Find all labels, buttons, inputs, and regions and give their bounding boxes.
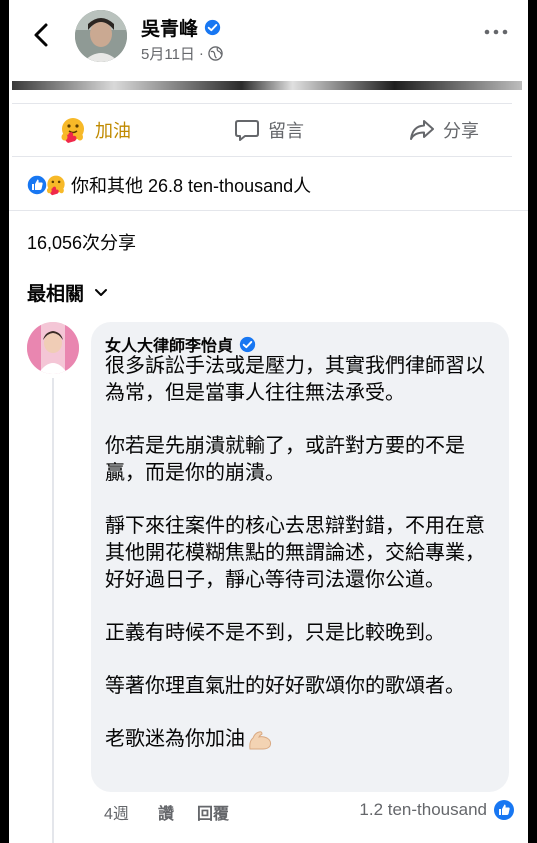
commenter-avatar[interactable] <box>27 322 79 374</box>
sort-label: 最相關 <box>27 284 85 305</box>
reply-link[interactable]: 回覆 <box>197 800 229 824</box>
author-avatar[interactable] <box>75 10 127 62</box>
divider <box>12 156 512 157</box>
globe-icon <box>208 46 223 61</box>
verified-badge-icon <box>239 336 256 352</box>
comment-paragraph: 你若是先崩潰就輸了，或許對方要的不是贏，而是你的崩潰。 <box>105 435 465 484</box>
reactions-count-text: 你和其他 26.8 ten-thousand人 <box>71 176 312 196</box>
comment-like-count[interactable]: 1.2 ten-thousand <box>359 799 515 821</box>
comment-sort-dropdown[interactable]: 最相關 <box>27 279 108 306</box>
flexed-biceps-emoji <box>249 730 272 749</box>
comment-paragraph: 等著你理直氣壯的好好歌頌你的歌頌者。 <box>105 675 465 697</box>
comment-paragraph: 很多訴訟手法或是壓力，其實我們律師習以為常，但是當事人往往無法承受。 <box>105 355 485 404</box>
share-count[interactable]: 16,056次分享 <box>27 229 136 255</box>
comment-time[interactable]: 4週 <box>104 800 129 824</box>
share-icon <box>410 120 434 140</box>
comment-text: 很多訴訟手法或是壓力，其實我們律師習以為常，但是當事人往往無法承受。 你若是先崩… <box>105 353 501 753</box>
author-name[interactable]: 吳青峰 <box>141 14 221 41</box>
care-button[interactable]: 加油 <box>59 104 131 156</box>
thread-line <box>52 378 54 843</box>
share-label: 分享 <box>443 121 479 141</box>
like-reaction-icon <box>494 800 514 820</box>
like-link[interactable]: 讚 <box>158 800 174 824</box>
author-name-text[interactable]: 吳青峰 <box>141 14 198 41</box>
care-reaction-icon <box>46 175 65 196</box>
action-bar: 加油 留言 分享 <box>9 104 528 156</box>
care-reaction-icon <box>61 118 84 143</box>
screen: 吳青峰 5月11日 · 加油 留言 分享 你和其他 26.8 ten-thous… <box>9 0 528 843</box>
post-meta: 5月11日 · <box>141 43 223 64</box>
comment-paragraph: 正義有時候不是不到，只是比較晚到。 <box>105 622 445 644</box>
divider <box>9 210 528 211</box>
reaction-icons <box>26 174 67 196</box>
reactions-summary[interactable]: 你和其他 26.8 ten-thousand人 <box>26 172 311 198</box>
post-date[interactable]: 5月11日 <box>141 43 195 64</box>
like-count-text: 1.2 ten-thousand <box>359 800 487 819</box>
comment-last-line: 老歌迷為你加油 <box>105 726 501 753</box>
more-icon[interactable] <box>484 26 508 38</box>
post-header: 吳青峰 5月11日 · <box>9 0 528 76</box>
verified-badge-icon <box>204 19 221 36</box>
meta-separator: · <box>198 45 204 62</box>
share-button[interactable]: 分享 <box>409 104 479 156</box>
comment-paragraph: 老歌迷為你加油 <box>105 728 245 750</box>
back-chevron-icon[interactable] <box>29 22 55 48</box>
comment-icon <box>235 120 259 141</box>
chevron-down-icon <box>95 288 108 296</box>
post-photo-edge[interactable] <box>12 81 522 90</box>
care-label: 加油 <box>95 121 131 141</box>
comment-label: 留言 <box>268 121 304 141</box>
comment-bubble[interactable]: 女人大律師李怡貞 很多訴訟手法或是壓力，其實我們律師習以為常，但是當事人往往無法… <box>91 322 509 792</box>
comment-paragraph: 靜下來往案件的核心去思辯對錯，不用在意其他開花模糊焦點的無謂論述，交給專業，好好… <box>105 515 485 591</box>
comment-button[interactable]: 留言 <box>234 104 304 156</box>
